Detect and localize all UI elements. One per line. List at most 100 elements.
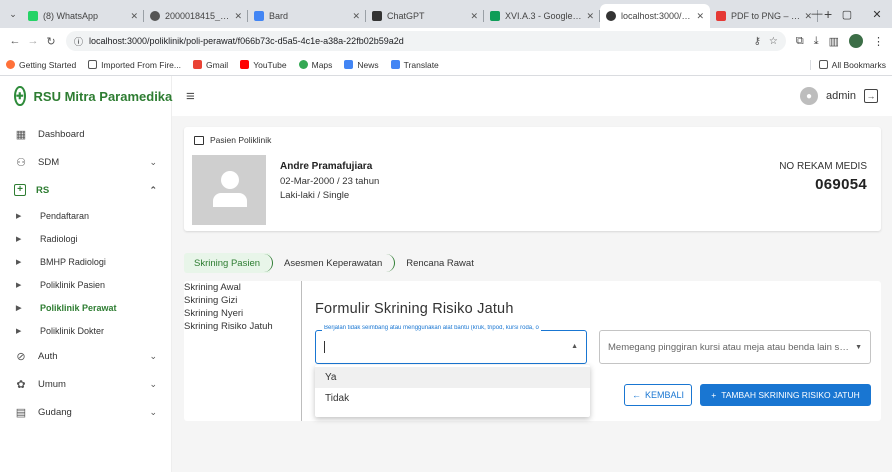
browser-nav-bar: ← → ↻ ⓘ localhost:3000/poliklinik/poli-p… — [0, 28, 892, 54]
bookmark-label: Imported From Fire... — [101, 59, 181, 70]
extensions-icon[interactable]: ⧉ — [796, 35, 804, 48]
sidebar-item-rs[interactable]: + RS ⌃ — [0, 176, 171, 204]
tab-rencana-rawat[interactable]: Rencana Rawat — [396, 253, 484, 273]
site-info-icon[interactable]: ⓘ — [74, 35, 83, 48]
forward-arrow-icon[interactable]: → — [24, 35, 42, 47]
brand: ✚ RSU Mitra Paramedika — [0, 76, 172, 116]
bookmark-youtube[interactable]: YouTube — [240, 59, 287, 70]
password-key-icon[interactable]: ⚷ — [754, 36, 761, 47]
chevron-down-icon: ⌄ — [149, 378, 157, 389]
bookmark-label: Translate — [403, 59, 439, 70]
sidebar-subitem-poliklinik-pasien[interactable]: ▶ Poliklinik Pasien — [0, 273, 171, 296]
localhost-icon — [606, 11, 616, 21]
caret-right-icon: ▶ — [16, 258, 22, 266]
browser-tab-bard[interactable]: Bard ✕ — [248, 4, 366, 28]
close-tab-icon[interactable]: ✕ — [586, 11, 594, 22]
chatgpt-icon — [372, 11, 382, 21]
chevron-down-icon: ⌄ — [149, 156, 157, 167]
step-skrining-nyeri[interactable]: Skrining Nyeri — [184, 307, 301, 320]
option-ya[interactable]: Ya — [315, 367, 590, 388]
address-bar[interactable]: ⓘ localhost:3000/poliklinik/poli-perawat… — [66, 31, 786, 51]
sidebar-subitem-pendaftaran[interactable]: ▶ Pendaftaran — [0, 204, 171, 227]
patient-name: Andre Pramafujiara — [280, 161, 373, 172]
screening-steps: Skrining Awal Skrining Gizi Skrining Nye… — [184, 281, 302, 421]
back-button[interactable]: ← KEMBALI — [624, 384, 692, 406]
user-avatar-icon[interactable]: ● — [800, 87, 819, 105]
browser-tab-chatgpt[interactable]: ChatGPT ✕ — [366, 4, 484, 28]
bookmark-gmail[interactable]: Gmail — [193, 60, 228, 70]
unbalanced-walking-select[interactable]: Berjalan tidak seimbang atau menggunakan… — [315, 325, 587, 364]
tab-search-icon[interactable]: ⌄ — [4, 5, 22, 23]
tab-asesmen-keperawatan[interactable]: Asesmen Keperawatan — [274, 253, 396, 273]
step-skrining-gizi[interactable]: Skrining Gizi — [184, 294, 301, 307]
sidebar-item-umum[interactable]: ✿ Umum ⌄ — [0, 370, 171, 398]
sidebar-subitem-label: Pendaftaran — [40, 210, 90, 221]
patient-card: Pasien Poliklinik Andre Pramafujiara 02-… — [184, 127, 881, 231]
bookmark-label: YouTube — [253, 59, 287, 70]
form-title: Formulir Skrining Risiko Jatuh — [315, 301, 514, 317]
minimize-icon[interactable]: — — [802, 8, 832, 20]
close-window-icon[interactable]: ✕ — [862, 8, 892, 21]
close-tab-icon[interactable]: ✕ — [696, 11, 704, 22]
caret-down-icon[interactable]: ▼ — [855, 344, 862, 351]
browser-tab-localhost[interactable]: localhost:3000/polikl ✕ — [600, 4, 710, 28]
firefox-icon — [6, 60, 15, 69]
bookmark-imported[interactable]: Imported From Fire... — [88, 60, 181, 70]
medical-record-number: 069054 — [815, 176, 867, 193]
close-tab-icon[interactable]: ✕ — [130, 11, 138, 22]
kebab-menu-icon[interactable]: ⋮ — [873, 35, 884, 48]
bookmark-getting-started[interactable]: Getting Started — [6, 60, 76, 70]
patient-card-title: Pasien Poliklinik — [210, 135, 272, 145]
plus-icon: + — [711, 390, 717, 400]
tab-skrining-pasien[interactable]: Skrining Pasien — [184, 253, 274, 273]
sidebar-subitem-poliklinik-perawat[interactable]: ▶ Poliklinik Perawat — [0, 296, 171, 319]
bookmark-star-icon[interactable]: ☆ — [769, 36, 778, 47]
sidebar-subitem-radiologi[interactable]: ▶ Radiologi — [0, 227, 171, 250]
patient-gender-status: Laki-laki / Single — [280, 190, 350, 201]
add-fall-risk-screening-button[interactable]: + TAMBAH SKRINING RISIKO JATUH — [700, 384, 871, 406]
browser-tab-sheets[interactable]: XVI.A.3 - Google Spr ✕ — [484, 4, 600, 28]
close-tab-icon[interactable]: ✕ — [470, 11, 478, 22]
close-tab-icon[interactable]: ✕ — [352, 11, 360, 22]
sidebar-item-dashboard[interactable]: ▦ Dashboard — [0, 120, 171, 148]
patient-card-header: Pasien Poliklinik — [194, 135, 271, 145]
tab-title: Bard — [269, 11, 289, 21]
side-panel-icon[interactable]: ▥ — [829, 35, 839, 48]
sidebar-subitem-label: Radiologi — [40, 233, 78, 244]
browser-tab-whatsapp[interactable]: (8) WhatsApp ✕ — [22, 4, 144, 28]
caret-up-icon[interactable]: ▲ — [571, 343, 578, 350]
user-name[interactable]: admin — [826, 90, 856, 102]
sidebar-subitem-poliklinik-dokter[interactable]: ▶ Poliklinik Dokter — [0, 319, 171, 342]
back-arrow-icon[interactable]: ← — [6, 35, 24, 47]
sidebar-item-label: Umum — [38, 378, 66, 390]
patient-dob-age: 02-Mar-2000 / 23 tahun — [280, 176, 380, 187]
sidebar-item-sdm[interactable]: ⚇ SDM ⌄ — [0, 148, 171, 176]
brand-name: RSU Mitra Paramedika — [33, 88, 173, 104]
logout-icon[interactable]: → — [864, 89, 878, 103]
reload-icon[interactable]: ↻ — [42, 35, 60, 48]
sidebar-subitem-label: BMHP Radiologi — [40, 256, 106, 267]
patient-photo-placeholder — [192, 155, 266, 225]
option-tidak[interactable]: Tidak — [315, 388, 590, 409]
sidebar-item-gudang[interactable]: ▤ Gudang ⌄ — [0, 398, 171, 426]
sidebar-item-label: Dashboard — [38, 128, 85, 140]
sidebar-item-auth[interactable]: ⊘ Auth ⌄ — [0, 342, 171, 370]
holding-furniture-select[interactable]: Memegang pinggiran kursi atau meja atau … — [599, 330, 871, 364]
all-bookmarks[interactable]: All Bookmarks — [809, 59, 886, 70]
bookmark-translate[interactable]: Translate — [390, 59, 439, 70]
sidebar-subitem-label: Poliklinik Dokter — [40, 325, 105, 336]
browser-tab-github[interactable]: 2000018415_Faqih ✕ — [144, 4, 248, 28]
maximize-icon[interactable]: ▢ — [832, 8, 862, 21]
people-icon: ⚇ — [16, 156, 26, 169]
download-icon[interactable]: ⤓ — [814, 35, 819, 48]
step-skrining-awal[interactable]: Skrining Awal — [184, 281, 301, 294]
bookmark-maps[interactable]: Maps — [298, 60, 332, 70]
bookmark-news[interactable]: News — [344, 60, 379, 70]
step-skrining-risiko-jatuh[interactable]: Skrining Risiko Jatuh — [184, 320, 301, 333]
profile-avatar[interactable] — [849, 34, 863, 48]
whatsapp-icon — [28, 11, 38, 21]
sidebar-subitem-bmhp-radiologi[interactable]: ▶ BMHP Radiologi — [0, 250, 171, 273]
field-label: Berjalan tidak seimbang atau menggunakan… — [322, 325, 541, 331]
close-tab-icon[interactable]: ✕ — [234, 11, 242, 22]
hamburger-menu-icon[interactable]: ≡ — [186, 88, 195, 105]
